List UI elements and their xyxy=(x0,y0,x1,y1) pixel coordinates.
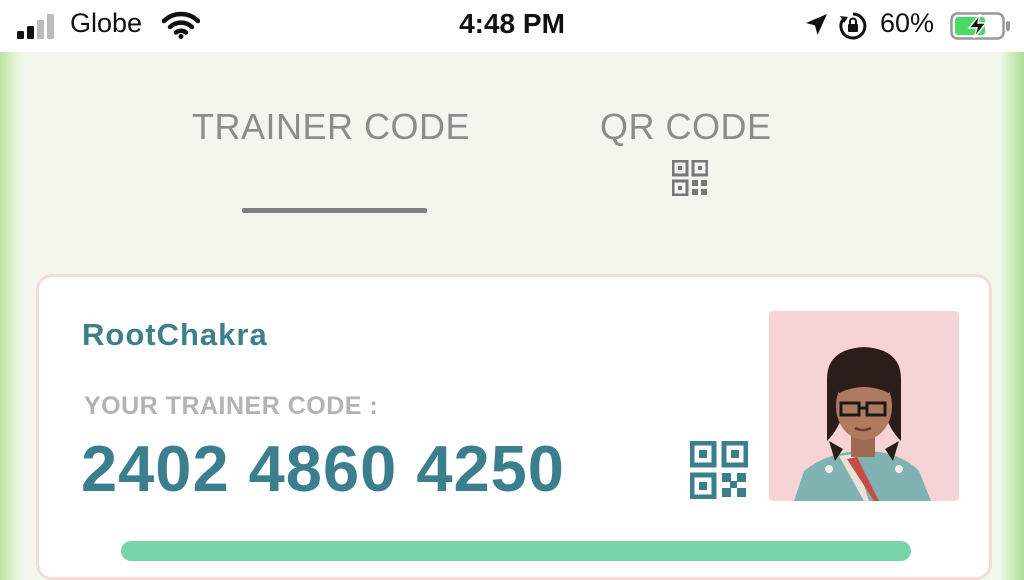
trainer-code-value[interactable]: 2402 4860 4250 xyxy=(81,431,565,506)
avatar-figure xyxy=(794,347,931,501)
battery-percent: 60% xyxy=(880,8,935,38)
location-arrow-icon xyxy=(806,14,827,35)
code-tabs: TRAINER CODE QR CODE xyxy=(0,52,1024,222)
trainer-code-label: YOUR TRAINER CODE : xyxy=(84,392,379,420)
tab-qr-code[interactable]: QR CODE xyxy=(600,106,772,148)
status-bar: Globe 4:48 PM 60% xyxy=(0,0,1024,52)
trainer-username: RootChakra xyxy=(82,317,268,352)
green-action-bar[interactable] xyxy=(121,541,911,561)
qr-code-icon[interactable] xyxy=(672,160,708,196)
trainer-card: RootChakra YOUR TRAINER CODE : 2402 4860… xyxy=(36,274,992,580)
rotation-lock-icon xyxy=(839,12,867,40)
trainer-avatar xyxy=(769,311,959,501)
tab-trainer-code[interactable]: TRAINER CODE xyxy=(192,106,470,148)
battery-charging-icon xyxy=(950,12,1010,40)
qr-code-icon[interactable] xyxy=(690,441,748,499)
active-tab-indicator xyxy=(242,208,427,213)
status-time: 4:48 PM xyxy=(459,8,565,39)
